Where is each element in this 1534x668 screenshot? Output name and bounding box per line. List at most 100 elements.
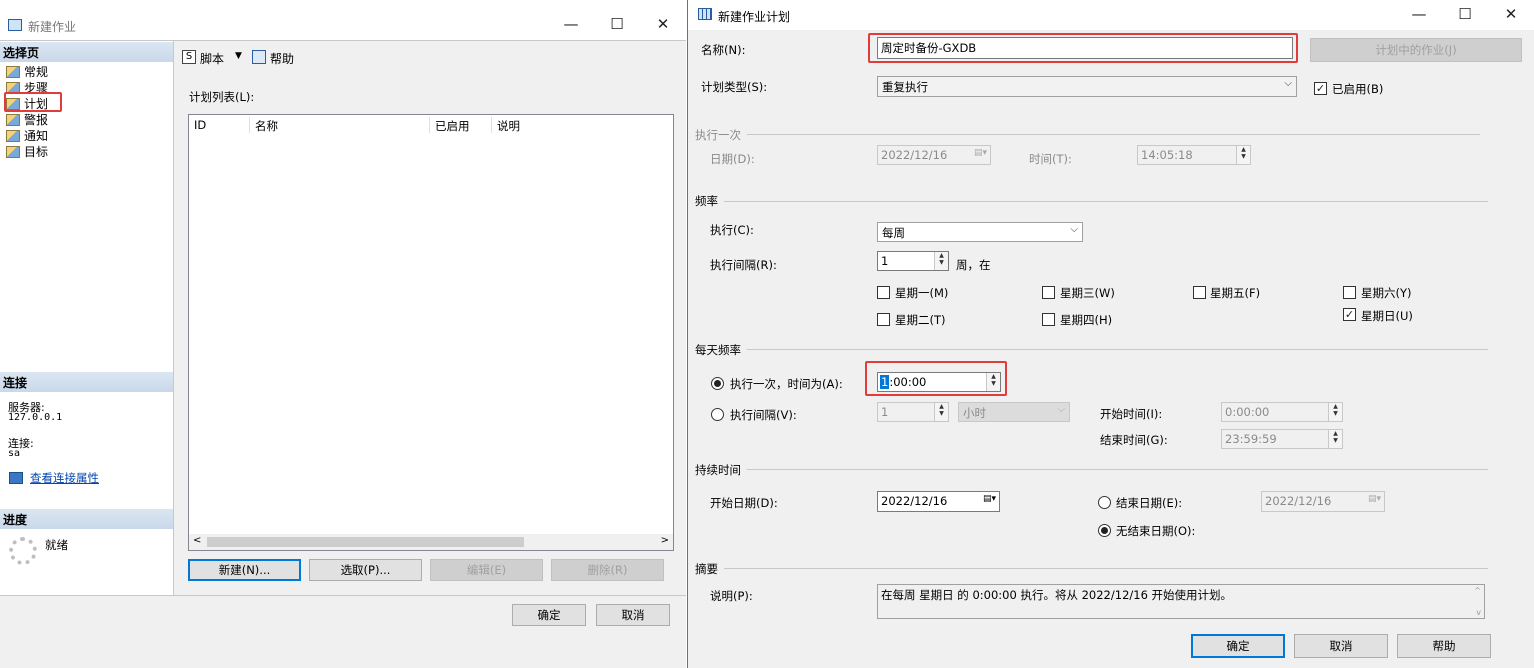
sidebar-item-notifications[interactable]: 通知: [6, 127, 48, 143]
maximize-icon[interactable]: ☐: [594, 10, 640, 40]
monday-checkbox[interactable]: [877, 286, 890, 299]
window-title: 新建作业: [28, 20, 77, 34]
column-divider: [429, 117, 430, 133]
help-button[interactable]: 帮助: [1397, 634, 1491, 658]
frequency-group-header: 频率: [695, 193, 724, 209]
sidebar-item-targets[interactable]: 目标: [6, 143, 48, 159]
enabled-label: 已启用(B): [1332, 82, 1384, 96]
progress-status: 就绪: [45, 538, 68, 552]
saturday-checkbox[interactable]: [1343, 286, 1356, 299]
friday-label: 星期五(F): [1210, 286, 1261, 300]
friday-checkbox[interactable]: [1193, 286, 1206, 299]
script-button[interactable]: 脚本: [200, 50, 224, 67]
recur-interval-suffix: 周，在: [956, 258, 991, 272]
calendar-dropdown-icon: ▤▾: [973, 148, 987, 158]
scroll-up-icon[interactable]: ^: [1474, 586, 1481, 595]
cancel-button[interactable]: 取消: [1294, 634, 1388, 658]
sunday-label: 星期日(U): [1361, 309, 1413, 323]
sunday-checkbox[interactable]: ✓: [1343, 308, 1356, 321]
calendar-dropdown-icon: ▤▾: [1367, 494, 1381, 504]
daily-interval-radio[interactable]: [711, 408, 724, 421]
sidebar-item-label: 目标: [24, 145, 49, 159]
once-date-value: 2022/12/16: [881, 148, 948, 162]
start-date-field[interactable]: 2022/12/16 ▤▾: [877, 491, 1000, 512]
frequency-group-line: [700, 201, 1488, 202]
sidebar-item-label: 常规: [24, 65, 49, 79]
schedule-type-select[interactable]: 重复执行 ⌵: [877, 76, 1297, 97]
scroll-right-icon[interactable]: >: [661, 535, 669, 546]
maximize-icon[interactable]: ☐: [1442, 0, 1488, 30]
highlight-box: [868, 33, 1298, 63]
column-header-id[interactable]: ID: [194, 118, 206, 132]
daily-interval-label: 执行间隔(V):: [730, 408, 797, 422]
new-schedule-button[interactable]: 新建(N)...: [188, 559, 301, 581]
title-bar: 新建作业 — ☐ ✕: [0, 10, 686, 40]
horizontal-scrollbar[interactable]: < >: [189, 534, 673, 550]
minimize-icon[interactable]: —: [548, 10, 594, 40]
spinner-icon: ▲ ▼: [1328, 430, 1342, 448]
delete-schedule-button: 删除(R): [551, 559, 664, 581]
close-icon[interactable]: ✕: [1488, 0, 1534, 30]
enabled-checkbox[interactable]: ✓: [1314, 82, 1327, 95]
end-date-field: 2022/12/16 ▤▾: [1261, 491, 1385, 512]
frequency-exec-value: 每周: [882, 226, 905, 240]
description-textarea[interactable]: 在每周 星期日 的 0:00:00 执行。将从 2022/12/16 开始使用计…: [877, 584, 1485, 619]
column-header-description[interactable]: 说明: [497, 118, 520, 134]
sidebar-item-alerts[interactable]: 警报: [6, 111, 48, 127]
name-label: 名称(N):: [701, 43, 746, 57]
view-connection-properties-link[interactable]: 查看连接属性: [30, 470, 99, 486]
thursday-checkbox[interactable]: [1042, 313, 1055, 326]
daily-interval-value: 1: [881, 405, 889, 419]
scrollbar-thumb[interactable]: [207, 537, 524, 547]
wednesday-checkbox[interactable]: [1042, 286, 1055, 299]
ok-button[interactable]: 确定: [512, 604, 586, 626]
daily-once-radio[interactable]: [711, 377, 724, 390]
end-date-radio[interactable]: [1098, 496, 1111, 509]
sidebar-item-general[interactable]: 常规: [6, 63, 48, 79]
no-end-date-label: 无结束日期(O):: [1116, 524, 1196, 538]
page-icon: [6, 130, 20, 142]
help-icon: [252, 50, 266, 64]
spinner-icon[interactable]: ▲ ▼: [934, 252, 948, 270]
highlight-box: [4, 92, 62, 112]
frequency-exec-select[interactable]: 每周 ⌵: [877, 222, 1083, 242]
chevron-down-icon: ⌵: [1057, 404, 1065, 415]
sidebar-item-label: 通知: [24, 129, 49, 143]
end-time-label: 结束时间(G):: [1100, 433, 1168, 447]
schedule-type-label: 计划类型(S):: [701, 80, 768, 94]
calendar-dropdown-icon[interactable]: ▤▾: [983, 494, 996, 504]
once-time-field: 14:05:18 ▲ ▼: [1137, 145, 1251, 165]
scroll-left-icon[interactable]: <: [193, 535, 201, 546]
spinner-icon: ▲ ▼: [1328, 403, 1342, 421]
script-dropdown-icon[interactable]: ▼: [235, 51, 242, 61]
new-job-schedule-window: 新建作业计划 — ☐ ✕ 名称(N): 周定时备份-GXDB 计划中的作业(J)…: [687, 0, 1534, 668]
close-icon[interactable]: ✕: [640, 10, 686, 40]
tuesday-checkbox[interactable]: [877, 313, 890, 326]
column-header-enabled[interactable]: 已启用: [435, 118, 470, 134]
connection-properties-icon: [9, 472, 23, 484]
sidebar-item-label: 警报: [24, 113, 49, 127]
start-date-value: 2022/12/16: [881, 494, 948, 508]
title-bar: 新建作业计划 — ☐ ✕: [688, 0, 1534, 30]
connection-value: sa: [8, 448, 21, 459]
daily-group-header: 每天频率: [695, 342, 747, 358]
start-date-label: 开始日期(D):: [710, 496, 778, 510]
pick-schedule-button[interactable]: 选取(P)...: [309, 559, 422, 581]
recur-interval-label: 执行间隔(R):: [710, 258, 777, 272]
once-time-label: 时间(T):: [1029, 152, 1072, 166]
connection-header: 连接: [0, 372, 173, 392]
help-button[interactable]: 帮助: [270, 50, 294, 67]
scroll-down-icon[interactable]: v: [1476, 608, 1481, 617]
summary-group-header: 摘要: [695, 561, 724, 577]
new-job-window: 新建作业 — ☐ ✕ 选择页 常规 步骤 计划 警报 通知 目标 连接 服务器:…: [0, 10, 686, 668]
ok-button[interactable]: 确定: [1191, 634, 1285, 658]
schedule-list[interactable]: ID 名称 已启用 说明 < >: [188, 114, 674, 551]
app-icon: [8, 19, 22, 31]
select-page-header: 选择页: [0, 42, 173, 62]
column-header-name[interactable]: 名称: [255, 118, 278, 134]
recur-interval-field[interactable]: 1 ▲ ▼: [877, 251, 949, 271]
no-end-date-radio[interactable]: [1098, 524, 1111, 537]
cancel-button[interactable]: 取消: [596, 604, 670, 626]
minimize-icon[interactable]: —: [1396, 0, 1442, 30]
page-icon: [6, 146, 20, 158]
